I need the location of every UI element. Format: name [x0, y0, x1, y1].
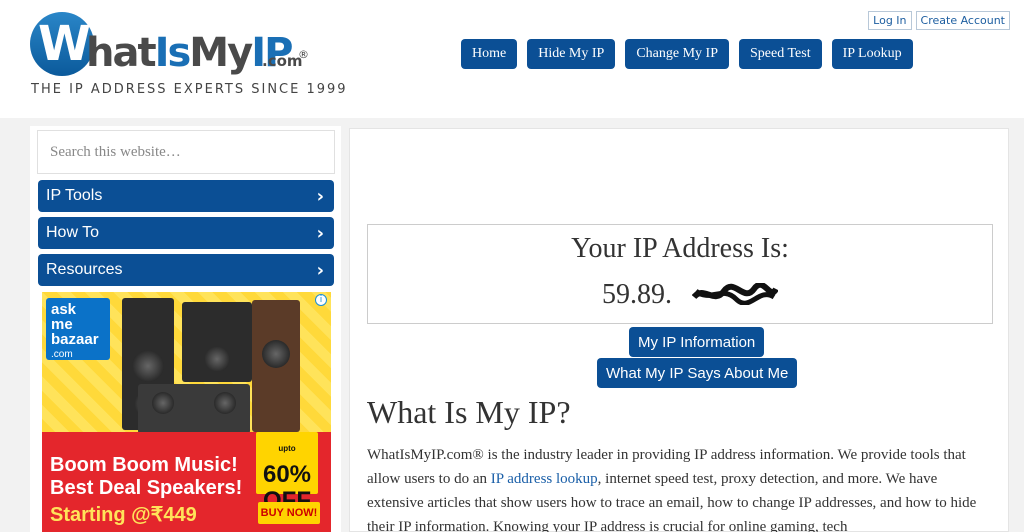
ad-headline: Boom Boom Music!: [50, 454, 238, 476]
ad-logo-text: me: [51, 316, 73, 333]
speaker-image: [252, 300, 300, 432]
what-my-ip-says-button[interactable]: What My IP Says About Me: [597, 358, 798, 388]
ip-heading: Your IP Address Is:: [571, 233, 789, 264]
nav-change-my-ip[interactable]: Change My IP: [625, 39, 730, 69]
nav-speed-test[interactable]: Speed Test: [739, 39, 822, 69]
speaker-cone: [152, 392, 174, 414]
chevron-right-icon: ›: [316, 222, 324, 244]
sidebar-item-label: Resources: [46, 261, 123, 278]
section-title: What Is My IP?: [367, 394, 571, 430]
nav-ip-lookup[interactable]: IP Lookup: [831, 39, 913, 69]
nav-hide-my-ip[interactable]: Hide My IP: [527, 39, 616, 69]
speaker-cone: [214, 392, 236, 414]
ad-info-icon[interactable]: i: [315, 294, 327, 306]
logo-part: hat: [86, 30, 157, 76]
ad-logo-text: ask: [51, 301, 77, 318]
logo-w-letter: W: [38, 16, 91, 72]
main-content: Your IP Address Is: 59.89. My IP Informa…: [349, 128, 1009, 532]
ad-logo-text: bazaar: [51, 331, 99, 348]
ad-discount-value: 60%: [262, 461, 312, 488]
logo-wordmark: hatIsMyIP: [86, 30, 293, 76]
ad-discount-badge: upto 60% OFF: [256, 432, 318, 514]
site-tagline: THE IP ADDRESS EXPERTS SINCE 1999: [31, 82, 348, 97]
search-input[interactable]: Search this website…: [37, 130, 335, 174]
chevron-right-icon: ›: [316, 185, 324, 207]
ad-price: Starting @₹449: [50, 504, 197, 526]
logo-w-badge: W: [30, 12, 94, 76]
sidebar-item-label: How To: [46, 224, 100, 241]
my-ip-information-button[interactable]: My IP Information: [629, 327, 765, 357]
create-account-button[interactable]: Create Account: [915, 11, 1010, 30]
logo-part: My: [189, 30, 253, 76]
ad-discount-prefix: upto: [278, 444, 296, 453]
account-links: Log In Create Account: [868, 11, 1010, 30]
redaction-scribble: [692, 283, 778, 305]
logo-registered-mark: ®: [298, 48, 309, 61]
nav-home[interactable]: Home: [461, 39, 518, 69]
site-header: W hatIsMyIP .com ® THE IP ADDRESS EXPERT…: [0, 0, 1024, 118]
speaker-cone: [204, 346, 230, 372]
speaker-image: [182, 302, 252, 382]
sidebar-item-label: IP Tools: [46, 187, 103, 204]
ip-address-value: 59.89.: [602, 279, 672, 310]
ad-buy-now-button[interactable]: BUY NOW!: [258, 502, 320, 524]
login-button[interactable]: Log In: [868, 11, 912, 30]
sidebar-item-ip-tools[interactable]: IP Tools ›: [38, 180, 334, 212]
ad-subheadline: Best Deal Speakers!: [50, 477, 243, 499]
ad-brand-logo: ask me bazaar .com: [46, 298, 110, 360]
sidebar-item-how-to[interactable]: How To ›: [38, 217, 334, 249]
chevron-right-icon: ›: [316, 259, 324, 281]
logo-part: Is: [154, 30, 192, 76]
speaker-cone: [132, 350, 164, 382]
sidebar-item-resources[interactable]: Resources ›: [38, 254, 334, 286]
sidebar: Search this website… IP Tools › How To ›…: [30, 126, 341, 532]
speaker-cone: [262, 340, 290, 368]
ad-logo-text: .com: [51, 349, 73, 360]
advertisement-banner[interactable]: i ask me bazaar .com Boom Boom Music! Be…: [42, 292, 331, 532]
main-nav: Home Hide My IP Change My IP Speed Test …: [461, 39, 913, 69]
logo-com: .com: [262, 52, 303, 70]
intro-paragraph: WhatIsMyIP.com® is the industry leader i…: [367, 443, 992, 532]
speaker-image: [138, 384, 250, 434]
ip-address-lookup-link[interactable]: IP address lookup: [491, 471, 598, 487]
ip-address-box: Your IP Address Is: 59.89.: [367, 224, 993, 324]
